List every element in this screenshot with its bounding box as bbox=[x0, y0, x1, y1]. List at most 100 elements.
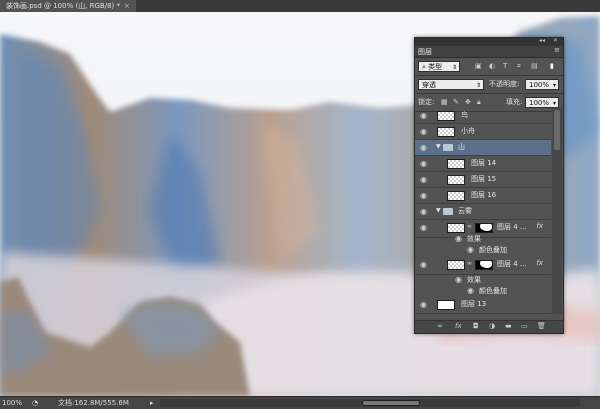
scrollbar-thumb[interactable] bbox=[362, 400, 420, 406]
effect-block-2: ◉ 效果 ◉ 颜色叠加 bbox=[415, 275, 551, 297]
shape-filter-icon[interactable]: ⌗ bbox=[517, 61, 521, 72]
layer-name: 云雾 bbox=[458, 207, 472, 215]
eye-icon[interactable]: ◉ bbox=[420, 127, 427, 137]
layer-name: 鸟 bbox=[461, 111, 468, 119]
panel-header-bar: ◂◂ ✕ bbox=[415, 37, 563, 46]
folder-icon bbox=[443, 208, 453, 215]
layer-thumbnail bbox=[447, 159, 465, 169]
share-icon[interactable]: ◔ bbox=[32, 397, 38, 409]
fx-badge[interactable]: fx bbox=[536, 259, 543, 267]
document-tab[interactable]: 装饰画.psd @ 100% (山, RGB/8) * × bbox=[0, 0, 136, 12]
link-icon: ∞ bbox=[467, 223, 472, 230]
layer-name: 图层 14 bbox=[471, 159, 497, 167]
layer-thumbnail bbox=[447, 175, 465, 185]
opacity-input[interactable]: 100% ▾ bbox=[525, 79, 559, 90]
layer-name: 图层 4 ... bbox=[497, 260, 527, 268]
new-group-icon[interactable]: ▬ bbox=[505, 322, 512, 330]
eye-icon[interactable]: ◉ bbox=[420, 159, 427, 169]
type-filter-icon[interactable]: T bbox=[503, 61, 507, 72]
lock-all-icon[interactable]: 🔒︎ bbox=[477, 97, 481, 108]
eye-icon[interactable]: ◉ bbox=[420, 143, 427, 153]
status-menu-arrow-icon[interactable]: ▸ bbox=[150, 397, 154, 409]
eye-icon[interactable]: ◉ bbox=[420, 223, 427, 233]
layer-row[interactable]: ◉ 小舟 bbox=[415, 124, 551, 140]
blend-row: 穿透 ⇕ 不透明度: 100% ▾ bbox=[415, 76, 563, 93]
chevron-down-icon: ⇕ bbox=[451, 64, 457, 71]
add-mask-icon[interactable]: ◘ bbox=[473, 322, 479, 330]
layer-name: 图层 13 bbox=[461, 300, 487, 308]
smart-object-filter-icon[interactable]: ▤ bbox=[531, 61, 538, 72]
eye-icon[interactable]: ◉ bbox=[420, 111, 427, 121]
layer-name: 图层 15 bbox=[471, 175, 497, 183]
add-style-icon[interactable]: fx bbox=[455, 322, 462, 330]
trash-icon[interactable]: 🗑︎ bbox=[537, 322, 546, 330]
layer-row[interactable]: ◉ ∞ 图层 4 ... fx bbox=[415, 257, 551, 275]
link-icon: ∞ bbox=[467, 260, 472, 267]
horizontal-scrollbar[interactable] bbox=[160, 399, 580, 407]
layer-name: 山 bbox=[458, 143, 465, 151]
layers-panel: ◂◂ ✕ 图层 ≡ ⌕ 类型 ⇕ ▣ ◐ T ⌗ ▤ ▮ 穿透 ⇕ 不透明度: … bbox=[414, 37, 564, 334]
chevron-down-icon: ▾ bbox=[552, 82, 556, 89]
eye-icon[interactable]: ◉ bbox=[420, 207, 427, 217]
eye-icon[interactable]: ◉ bbox=[467, 286, 474, 296]
layer-group-row[interactable]: ◉ ▼ 山 bbox=[415, 140, 551, 156]
collapse-icon[interactable]: ◂◂ bbox=[539, 37, 545, 44]
fill-label: 填充: bbox=[506, 98, 523, 106]
filter-kind-dropdown[interactable]: ⌕ 类型 ⇕ bbox=[418, 61, 460, 72]
effects-label: 效果 bbox=[467, 235, 481, 243]
layer-row[interactable]: ◉ 图层 15 bbox=[415, 172, 551, 188]
panel-footer: ∞ fx ◘ ◑ ▬ ▭ 🗑︎ bbox=[415, 320, 563, 333]
layer-thumbnail bbox=[447, 260, 465, 270]
effect-item-label: 颜色叠加 bbox=[479, 287, 507, 295]
fill-value: 100% bbox=[529, 99, 550, 107]
document-tab-title: 装饰画.psd @ 100% (山, RGB/8) * bbox=[6, 2, 120, 10]
lock-label: 锁定: bbox=[418, 98, 435, 106]
eye-icon[interactable]: ◉ bbox=[455, 234, 462, 244]
expand-triangle-icon[interactable]: ▼ bbox=[436, 143, 441, 150]
status-bar: 100% ◔ 文档:162.8M/555.6M ▸ bbox=[0, 396, 600, 409]
new-layer-icon[interactable]: ▭ bbox=[521, 322, 528, 330]
expand-triangle-icon[interactable]: ▼ bbox=[436, 207, 441, 214]
filter-kind-value: 类型 bbox=[428, 63, 443, 71]
blend-mode-dropdown[interactable]: 穿透 ⇕ bbox=[418, 79, 484, 90]
eye-icon[interactable]: ◉ bbox=[420, 300, 427, 310]
eye-icon[interactable]: ◉ bbox=[467, 245, 474, 255]
layer-mask-thumbnail[interactable] bbox=[475, 260, 493, 270]
layer-thumbnail bbox=[447, 191, 465, 201]
chevron-down-icon: ⇕ bbox=[475, 82, 481, 89]
layers-scrollbar[interactable] bbox=[552, 108, 562, 314]
layer-row[interactable]: ◉ 图层 14 bbox=[415, 156, 551, 172]
lock-image-icon[interactable]: ✎ bbox=[453, 97, 459, 108]
layer-mask-thumbnail[interactable] bbox=[475, 223, 493, 233]
fill-input[interactable]: 100% ▾ bbox=[525, 97, 559, 108]
adjustment-filter-icon[interactable]: ◐ bbox=[489, 61, 495, 72]
panel-title: 图层 bbox=[418, 48, 432, 56]
link-layers-icon[interactable]: ∞ bbox=[437, 322, 443, 330]
adjustment-layer-icon[interactable]: ◑ bbox=[489, 322, 495, 330]
lock-transparency-icon[interactable]: ▦ bbox=[441, 97, 448, 108]
layer-row[interactable]: ◉ 鸟 bbox=[415, 108, 551, 124]
blend-mode-value: 穿透 bbox=[422, 81, 436, 89]
eye-icon[interactable]: ◉ bbox=[455, 275, 462, 285]
effect-item-label: 颜色叠加 bbox=[479, 246, 507, 254]
eye-icon[interactable]: ◉ bbox=[420, 260, 427, 270]
close-icon[interactable]: × bbox=[124, 0, 130, 12]
filter-row: ⌕ 类型 ⇕ ▣ ◐ T ⌗ ▤ ▮ bbox=[415, 58, 563, 75]
fx-badge[interactable]: fx bbox=[536, 222, 543, 230]
effects-label: 效果 bbox=[467, 276, 481, 284]
layer-row[interactable]: ◉ 图层 16 bbox=[415, 188, 551, 204]
layer-name: 图层 16 bbox=[471, 191, 497, 199]
lock-position-icon[interactable]: ✥ bbox=[465, 97, 471, 108]
eye-icon[interactable]: ◉ bbox=[420, 191, 427, 201]
zoom-level[interactable]: 100% bbox=[2, 397, 22, 409]
eye-icon[interactable]: ◉ bbox=[420, 175, 427, 185]
layer-thumbnail bbox=[437, 300, 455, 310]
close-icon[interactable]: ✕ bbox=[553, 37, 558, 44]
filter-toggle-icon[interactable]: ▮ bbox=[550, 61, 554, 72]
layer-group-row[interactable]: ◉ ▼ 云雾 bbox=[415, 204, 551, 220]
layer-thumbnail bbox=[447, 223, 465, 233]
scrollbar-thumb[interactable] bbox=[554, 110, 560, 150]
pixel-filter-icon[interactable]: ▣ bbox=[475, 61, 482, 72]
layer-row[interactable]: ◉ 图层 13 bbox=[415, 297, 551, 314]
panel-menu-icon[interactable]: ≡ bbox=[554, 46, 560, 54]
